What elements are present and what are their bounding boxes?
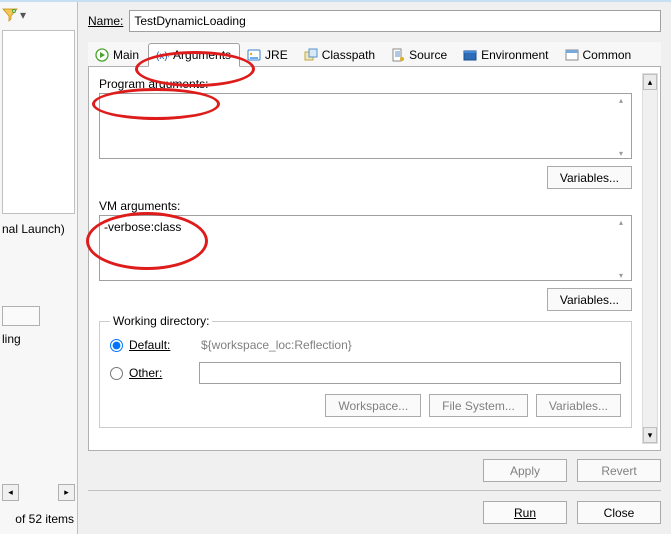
filter-icon[interactable]	[2, 8, 18, 22]
tab-environment[interactable]: Environment	[456, 43, 557, 66]
tab-common-label: Common	[583, 48, 632, 62]
tab-jre[interactable]: JRE	[240, 43, 297, 66]
source-icon	[391, 48, 405, 62]
tab-classpath[interactable]: Classpath	[297, 43, 384, 66]
revert-button[interactable]: Revert	[577, 459, 661, 482]
vm-arguments-label: VM arguments:	[99, 199, 632, 213]
default-directory-value: ${workspace_loc:Reflection}	[199, 338, 352, 352]
tab-strip: Main (x)= Arguments JRE Classpath	[88, 42, 661, 67]
tab-main[interactable]: Main	[88, 43, 148, 66]
tab-arguments[interactable]: (x)= Arguments	[148, 43, 240, 67]
other-radio-label: Other:	[129, 366, 193, 380]
svg-text:(x)=: (x)=	[156, 51, 169, 62]
workspace-button[interactable]: Workspace...	[325, 394, 421, 417]
tab-jre-label: JRE	[265, 48, 288, 62]
separator	[88, 490, 661, 491]
other-radio[interactable]	[110, 367, 123, 380]
arguments-icon: (x)=	[155, 48, 169, 62]
tab-arguments-label: Arguments	[173, 48, 231, 62]
scroll-right-icon[interactable]: ▸	[58, 484, 75, 501]
main-panel: Name: Main (x)= Arguments JRE	[78, 2, 671, 534]
working-directory-title: Working directory:	[110, 314, 212, 328]
jre-icon	[247, 48, 261, 62]
environment-icon	[463, 48, 477, 62]
panel-vertical-scrollbar[interactable]: ▴ ▾	[642, 73, 658, 444]
left-horizontal-scrollbar[interactable]: ◂ ▸	[2, 484, 75, 502]
name-input[interactable]	[129, 10, 661, 32]
arguments-panel: Program arguments: ▴▾ Variables... VM ar…	[88, 67, 661, 451]
workdir-variables-button[interactable]: Variables...	[536, 394, 621, 417]
config-text-2: ling	[2, 332, 75, 346]
textarea-scroll-icon: ▴▾	[613, 93, 629, 162]
working-directory-group: Working directory: Default: ${workspace_…	[99, 321, 632, 428]
close-button[interactable]: Close	[577, 501, 661, 524]
common-icon	[565, 48, 579, 62]
file-system-button[interactable]: File System...	[429, 394, 528, 417]
filter-status-text: of 52 items	[2, 512, 74, 526]
chevron-down-icon[interactable]: ▾	[20, 8, 26, 22]
config-tree[interactable]	[2, 30, 75, 214]
vm-arguments-input[interactable]	[99, 215, 632, 281]
default-radio-label: Default:	[129, 338, 193, 352]
tab-main-label: Main	[113, 48, 139, 62]
run-button[interactable]: Run	[483, 501, 567, 524]
tab-source[interactable]: Source	[384, 43, 456, 66]
tab-classpath-label: Classpath	[322, 48, 375, 62]
tab-environment-label: Environment	[481, 48, 548, 62]
scroll-left-icon[interactable]: ◂	[2, 484, 19, 501]
launch-config-text: nal Launch)	[2, 222, 75, 236]
tab-source-label: Source	[409, 48, 447, 62]
tab-common[interactable]: Common	[558, 43, 641, 66]
left-small-button[interactable]	[2, 306, 40, 326]
vm-variables-button[interactable]: Variables...	[547, 288, 632, 311]
run-main-icon	[95, 48, 109, 62]
textarea-scroll-icon: ▴▾	[613, 215, 629, 284]
scroll-up-icon[interactable]: ▴	[643, 74, 657, 90]
program-arguments-label: Program arguments:	[99, 77, 632, 91]
name-label: Name:	[88, 14, 123, 28]
left-toolbar: ▾	[2, 6, 75, 24]
left-sidebar: ▾ nal Launch) ling ◂ ▸ of 52 items	[0, 2, 78, 534]
program-arguments-input[interactable]	[99, 93, 632, 159]
other-directory-input[interactable]	[199, 362, 621, 384]
apply-button[interactable]: Apply	[483, 459, 567, 482]
scroll-down-icon[interactable]: ▾	[643, 427, 657, 443]
program-variables-button[interactable]: Variables...	[547, 166, 632, 189]
default-radio[interactable]	[110, 339, 123, 352]
classpath-icon	[304, 48, 318, 62]
